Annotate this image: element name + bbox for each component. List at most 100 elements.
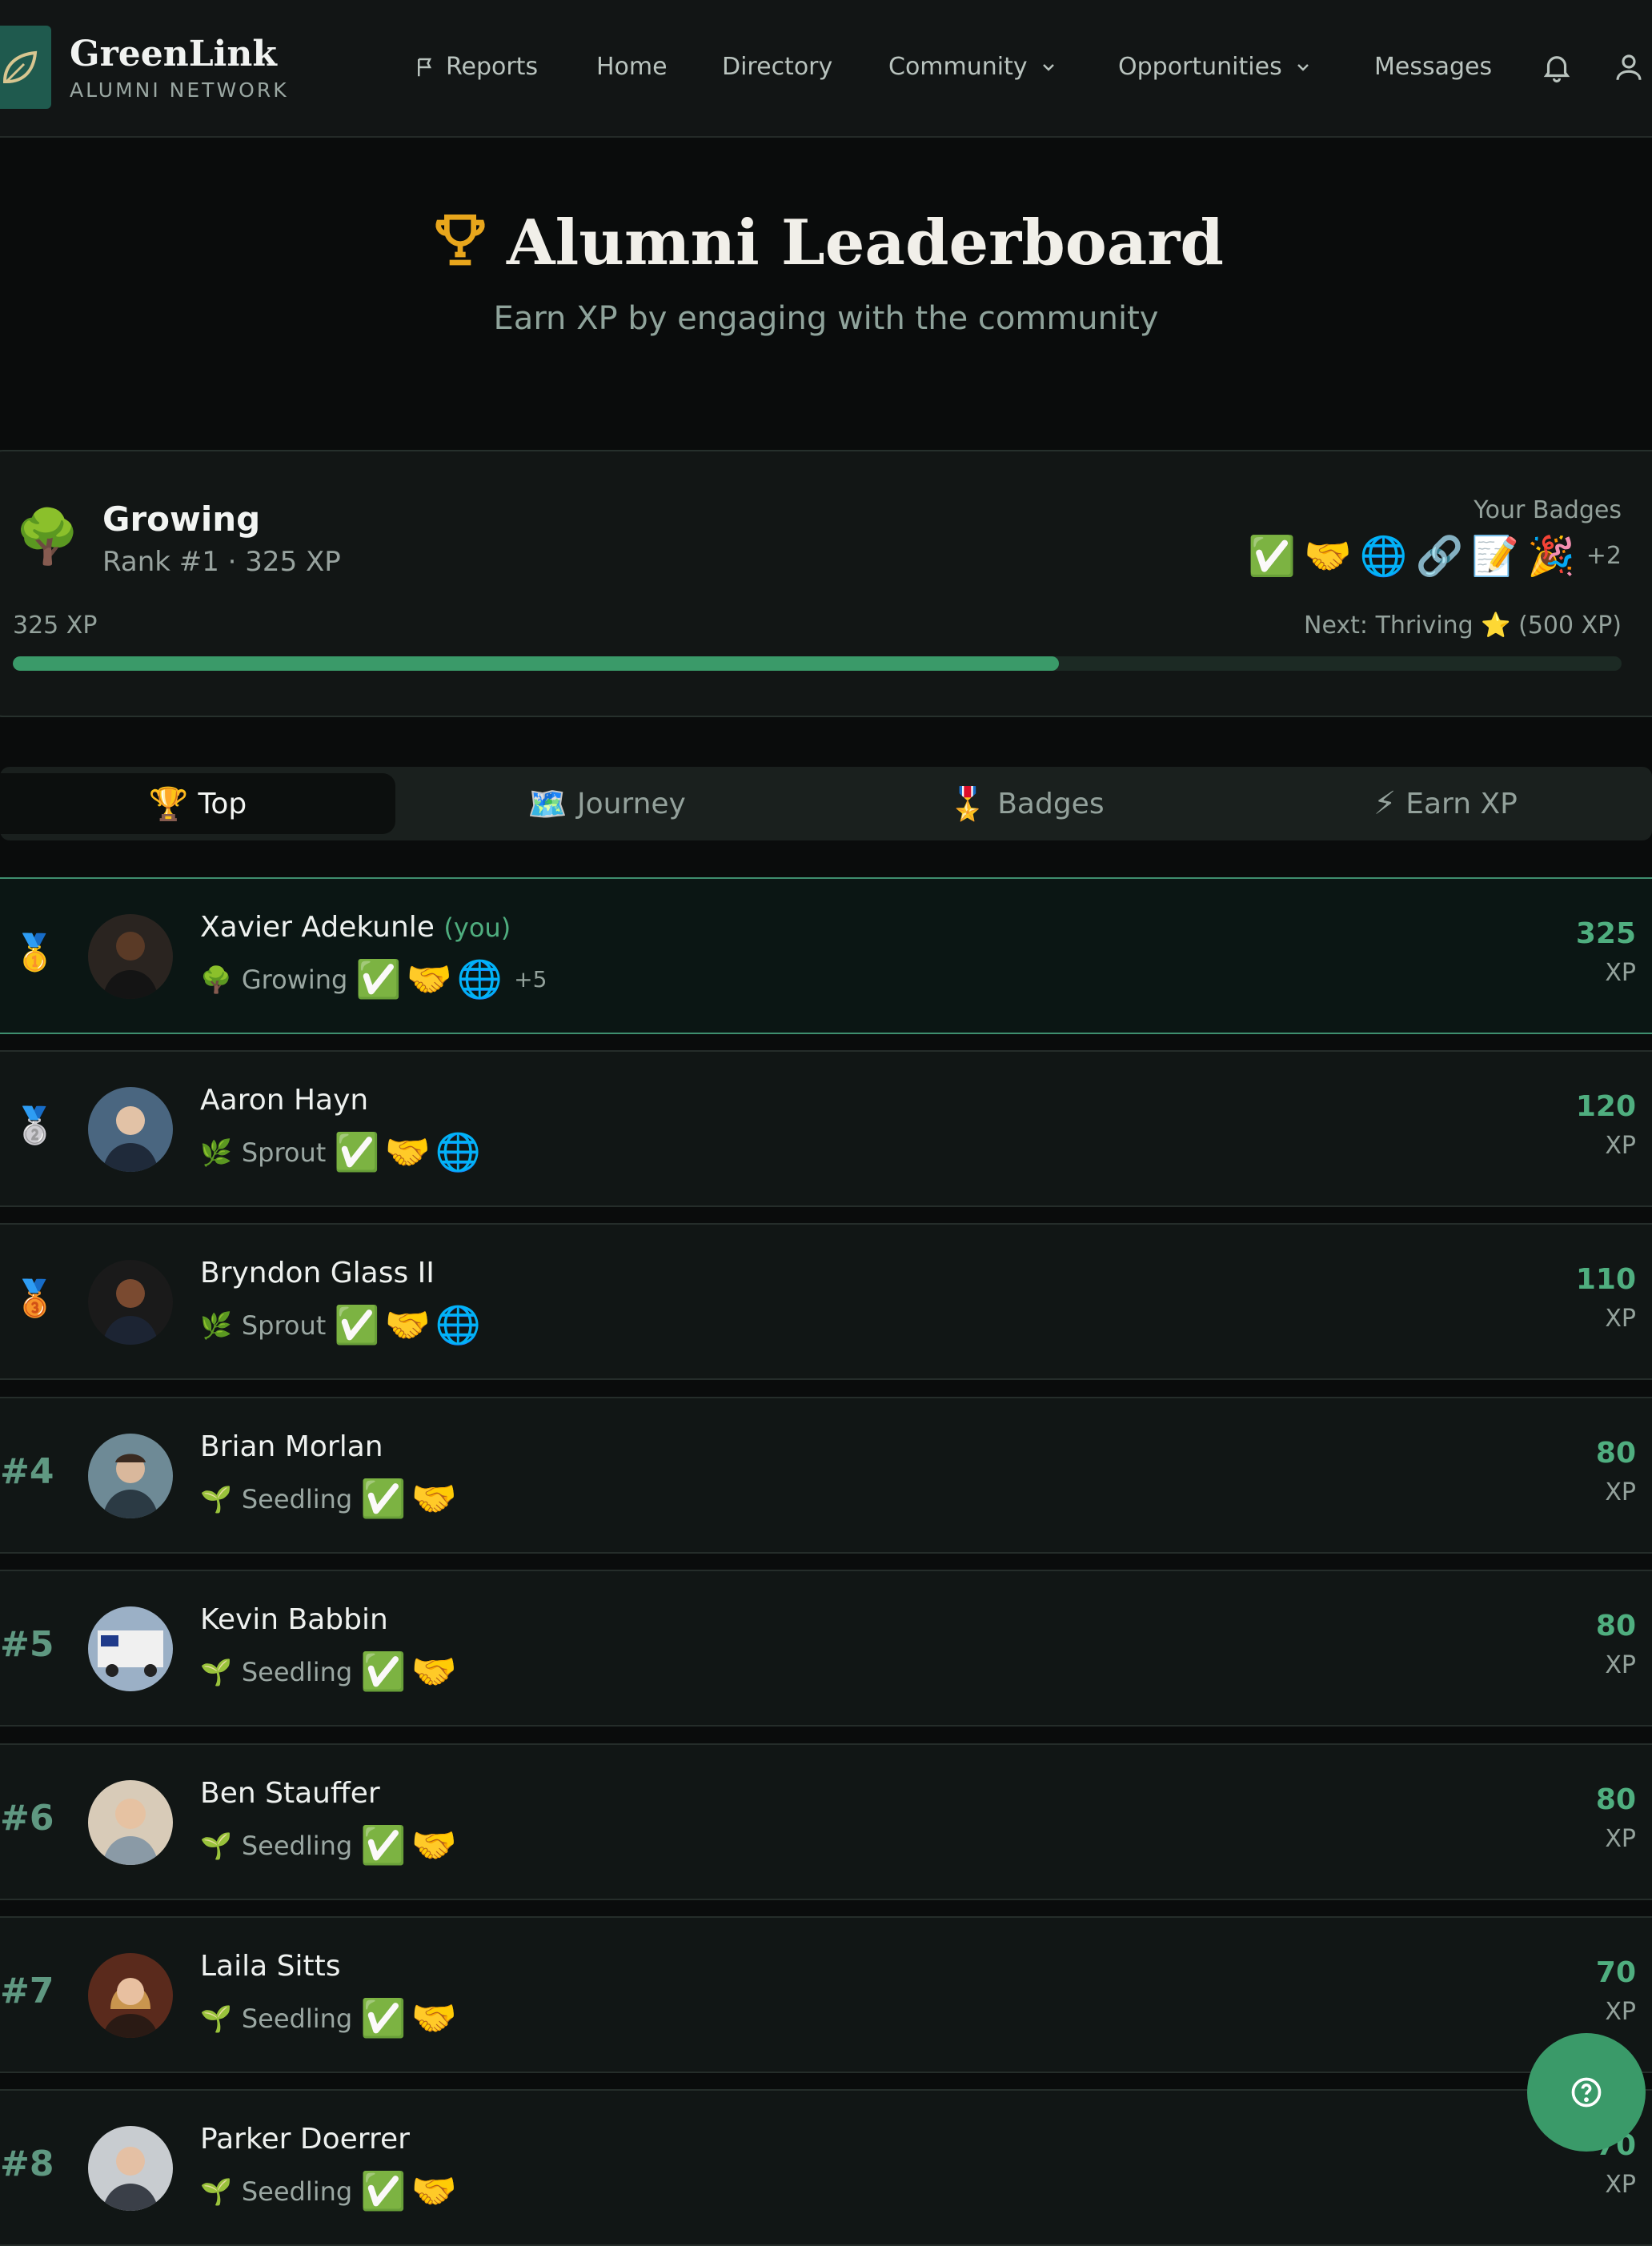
- seedling-icon: 🌱: [200, 1483, 232, 1514]
- tab-earn-xp[interactable]: ⚡ Earn XP: [1239, 767, 1652, 840]
- avatar[interactable]: [88, 1260, 173, 1345]
- tab-badges[interactable]: 🎖️ Badges: [820, 767, 1233, 840]
- member-level: 🌿 Sprout ✅ 🤝 🌐: [200, 1303, 486, 1347]
- rank-number: #4: [0, 1451, 54, 1492]
- rank-number: #5: [0, 1624, 54, 1665]
- tab-journey-label: Journey: [576, 787, 686, 820]
- xp-value: 325: [1575, 917, 1636, 950]
- herb-icon: 🌿: [200, 1137, 232, 1168]
- rank-number: #7: [0, 1971, 54, 2011]
- leaderboard-row[interactable]: 🥈 Aaron Hayn 🌿 Sprout ✅ 🤝 🌐 120 XP: [0, 1050, 1652, 1207]
- bell-icon[interactable]: [1540, 50, 1574, 85]
- tree-icon: 🌳: [14, 506, 81, 568]
- xp-value: 70: [1595, 1956, 1636, 1989]
- leaderboard-tabs: 🏆 Top 🗺️ Journey 🎖️ Badges ⚡ Earn XP: [0, 767, 1652, 840]
- medal-icon: 🎖️: [948, 785, 988, 823]
- leaderboard-row[interactable]: #7 Laila Sitts 🌱 Seedling ✅ 🤝 70 XP: [0, 1916, 1652, 2073]
- member-level: 🌱 Seedling ✅ 🤝: [200, 1477, 462, 1521]
- leaderboard-row[interactable]: 🥉 Bryndon Glass II 🌿 Sprout ✅ 🤝 🌐 110 XP: [0, 1223, 1652, 1380]
- handshake-badge-icon: 🤝: [411, 1477, 457, 1520]
- user-icon[interactable]: [1612, 50, 1646, 85]
- badges-more[interactable]: +2: [1586, 542, 1622, 570]
- logo-icon[interactable]: [0, 26, 51, 109]
- leaderboard-row[interactable]: #4 Brian Morlan 🌱 Seedling ✅ 🤝 80 XP: [0, 1397, 1652, 1554]
- nav-opportunities[interactable]: Opportunities: [1118, 53, 1313, 81]
- check-badge-icon: ✅: [334, 1130, 380, 1173]
- handshake-badge-icon[interactable]: 🤝: [1304, 533, 1352, 579]
- memo-badge-icon[interactable]: 📝: [1471, 533, 1519, 579]
- level-name: Growing: [102, 499, 261, 539]
- tab-earn-xp-label: Earn XP: [1405, 787, 1518, 820]
- xp-progress-bar: [13, 656, 1622, 671]
- check-badge-icon: ✅: [360, 1477, 407, 1520]
- avatar[interactable]: [88, 1780, 173, 1865]
- nav-community-label: Community: [888, 53, 1028, 81]
- xp-unit: XP: [1605, 1825, 1636, 1853]
- nav-reports[interactable]: Reports: [414, 53, 538, 81]
- badges-label: Your Badges: [1474, 496, 1622, 524]
- level-label: Seedling: [241, 1656, 353, 1687]
- xp-progress-fill: [13, 656, 1059, 671]
- nav-messages-label: Messages: [1374, 53, 1493, 81]
- chevron-down-icon: [1297, 63, 1309, 71]
- xp-value: 120: [1575, 1090, 1636, 1123]
- next-level: Next: Thriving ⭐ (500 XP): [1304, 612, 1622, 640]
- avatar[interactable]: [88, 1953, 173, 2038]
- you-tag: (you): [443, 912, 511, 943]
- level-label: Seedling: [241, 1830, 353, 1861]
- tree-icon: 🌳: [200, 964, 232, 995]
- xp-unit: XP: [1605, 1651, 1636, 1679]
- handshake-badge-icon: 🤝: [406, 957, 452, 1001]
- avatar[interactable]: [88, 1087, 173, 1172]
- level-rank: Rank #1 · 325 XP: [102, 546, 341, 578]
- member-name: Aaron Hayn: [200, 1084, 369, 1117]
- nav-home[interactable]: Home: [596, 53, 668, 81]
- xp-unit: XP: [1605, 1305, 1636, 1333]
- check-badge-icon: ✅: [360, 1650, 407, 1693]
- party-badge-icon[interactable]: 🎉: [1527, 533, 1575, 579]
- link-badge-icon[interactable]: 🔗: [1415, 533, 1463, 579]
- leaderboard-row[interactable]: #6 Ben Stauffer 🌱 Seedling ✅ 🤝 80 XP: [0, 1743, 1652, 1900]
- avatar[interactable]: [88, 1606, 173, 1691]
- avatar[interactable]: [88, 914, 173, 999]
- seedling-icon: 🌱: [200, 2176, 232, 2207]
- trophy-icon: 🏆: [148, 785, 189, 823]
- check-badge-icon[interactable]: ✅: [1248, 533, 1296, 579]
- globe-badge-icon: 🌐: [435, 1130, 482, 1173]
- leaderboard-row[interactable]: #8 Parker Doerrer 🌱 Seedling ✅ 🤝 70 XP: [0, 2089, 1652, 2246]
- avatar[interactable]: [88, 1434, 173, 1518]
- nav-directory[interactable]: Directory: [722, 53, 832, 81]
- member-level: 🌱 Seedling ✅ 🤝: [200, 1823, 462, 1867]
- rank-number: #8: [0, 2144, 54, 2184]
- member-level: 🌱 Seedling ✅ 🤝: [200, 1650, 462, 1694]
- leaderboard-row[interactable]: #5 Kevin Babbin 🌱 Seedling ✅ 🤝 80 XP: [0, 1570, 1652, 1727]
- handshake-badge-icon: 🤝: [411, 1650, 457, 1693]
- leaderboard-row[interactable]: 🥇 Xavier Adekunle (you) 🌳 Growing ✅ 🤝 🌐 …: [0, 877, 1652, 1034]
- xp-value: 80: [1595, 1610, 1636, 1642]
- handshake-badge-icon: 🤝: [411, 1823, 457, 1867]
- member-name: Bryndon Glass II: [200, 1257, 435, 1289]
- member-name: Xavier Adekunle (you): [200, 911, 511, 944]
- handshake-badge-icon: 🤝: [384, 1130, 431, 1173]
- silver-medal-icon: 🥈: [13, 1105, 57, 1146]
- page-title-text: Alumni Leaderboard: [507, 207, 1224, 279]
- lightning-icon: ⚡: [1373, 785, 1397, 822]
- member-name: Brian Morlan: [200, 1430, 383, 1463]
- globe-badge-icon[interactable]: 🌐: [1360, 533, 1408, 579]
- help-button[interactable]: [1527, 2033, 1646, 2152]
- nav-community[interactable]: Community: [888, 53, 1058, 81]
- check-badge-icon: ✅: [360, 2169, 407, 2212]
- tab-badges-label: Badges: [997, 787, 1105, 820]
- tab-journey[interactable]: 🗺️ Journey: [400, 767, 813, 840]
- check-badge-icon: ✅: [355, 957, 402, 1001]
- help-icon: [1571, 2077, 1602, 2108]
- avatar[interactable]: [88, 2126, 173, 2211]
- member-level: 🌱 Seedling ✅ 🤝: [200, 2169, 462, 2213]
- xp-unit: XP: [1605, 959, 1636, 987]
- tab-top[interactable]: 🏆 Top: [0, 773, 395, 834]
- level-label: Growing: [241, 964, 348, 995]
- xp-unit: XP: [1605, 1478, 1636, 1506]
- brand-name[interactable]: GreenLink: [70, 34, 277, 74]
- nav-messages[interactable]: Messages: [1374, 53, 1492, 81]
- xp-current: 325 XP: [13, 612, 98, 640]
